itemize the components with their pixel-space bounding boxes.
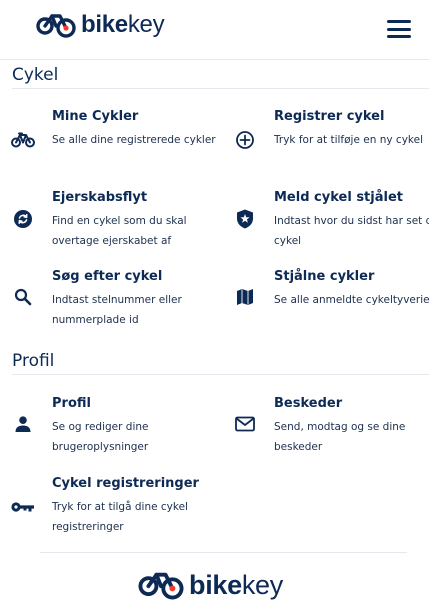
search-icon: [10, 286, 36, 308]
menu-item-description: Find en cykel som du skal overtage ejers…: [52, 215, 187, 247]
menu-item-title: Mine Cykler: [52, 109, 139, 124]
footer-divider: [40, 552, 407, 553]
bikekey-wordmark: bikekey: [189, 569, 283, 600]
mail-icon: [232, 413, 258, 435]
bikekey-logo-icon: [138, 572, 184, 600]
hamburger-icon-line: [387, 20, 411, 23]
brand-bold: bike: [189, 569, 242, 600]
menu-item-title: Profil: [52, 396, 91, 411]
menu-item-title: Ejerskabsflyt: [52, 190, 148, 205]
menu-item-mine-cykler[interactable]: Mine Cykler Se alle dine registrerede cy…: [10, 109, 220, 169]
menu-item-profil[interactable]: Profil Se og rediger dine brugeroplysnin…: [10, 396, 220, 456]
transfer-icon: [10, 208, 36, 230]
section-divider-cykel: [12, 88, 429, 89]
menu-item-title: Cykel registreringer: [52, 476, 199, 491]
bicycle-icon: [10, 129, 36, 151]
bikekey-wordmark: bikekey: [81, 11, 165, 38]
brand-light: key: [127, 11, 165, 38]
menu-button[interactable]: [387, 20, 411, 38]
section-title-cykel: Cykel: [12, 65, 59, 85]
menu-item-description: Tryk for at tilføje en ny cykel: [274, 134, 423, 146]
menu-item-meld-cykel-stjaalet[interactable]: Meld cykel stjålet Indtast hvor du sidst…: [232, 190, 429, 250]
menu-item-cykel-registreringer[interactable]: Cykel registreringer Tryk for at tilgå d…: [10, 476, 220, 536]
header-divider: [0, 59, 429, 60]
menu-item-description: Indtast hvor du sidst har set din cykel: [274, 215, 429, 247]
menu-item-ejerskabsflyt[interactable]: Ejerskabsflyt Find en cykel som du skal …: [10, 190, 220, 250]
hamburger-icon-line: [387, 35, 411, 38]
person-icon: [10, 413, 36, 435]
menu-item-title: Registrer cykel: [274, 109, 385, 124]
section-title-profil: Profil: [12, 351, 55, 371]
menu-item-beskeder[interactable]: Beskeder Send, modtag og se dine beskede…: [232, 396, 429, 456]
footer-bikekey-logo: bikekey: [137, 570, 283, 600]
menu-item-registrer-cykel[interactable]: Registrer cykel Tryk for at tilføje en n…: [232, 109, 429, 169]
menu-item-title: Stjålne cykler: [274, 269, 375, 284]
brand-bold: bike: [81, 11, 128, 38]
menu-item-description: Se alle dine registrerede cykler: [52, 134, 216, 146]
menu-item-description: Indtast stelnummer eller nummerplade id: [52, 294, 182, 326]
hamburger-icon-line: [387, 27, 411, 31]
bikekey-logo-icon: [36, 14, 76, 38]
brand-light: key: [241, 569, 283, 600]
menu-item-soeg-efter-cykel[interactable]: Søg efter cykel Indtast stelnummer eller…: [10, 269, 220, 329]
section-divider-profil: [12, 374, 429, 375]
menu-item-title: Meld cykel stjålet: [274, 190, 403, 205]
key-icon: [10, 496, 36, 518]
menu-item-description: Send, modtag og se dine beskeder: [274, 421, 406, 453]
menu-item-description: Se og rediger dine brugeroplysninger: [52, 421, 149, 453]
menu-item-stjaalne-cykler[interactable]: Stjålne cykler Se alle anmeldte cykeltyv…: [232, 269, 429, 329]
menu-item-title: Beskeder: [274, 396, 343, 411]
menu-item-description: Tryk for at tilgå dine cykel registrerin…: [52, 501, 188, 533]
app-header: bikekey: [0, 0, 429, 60]
menu-item-description: Se alle anmeldte cykeltyverier: [274, 294, 429, 306]
plus-circle-icon: [232, 129, 258, 151]
map-icon: [232, 286, 258, 308]
shield-star-icon: [232, 208, 258, 230]
bikekey-logo[interactable]: bikekey: [35, 11, 165, 38]
menu-item-title: Søg efter cykel: [52, 269, 163, 284]
